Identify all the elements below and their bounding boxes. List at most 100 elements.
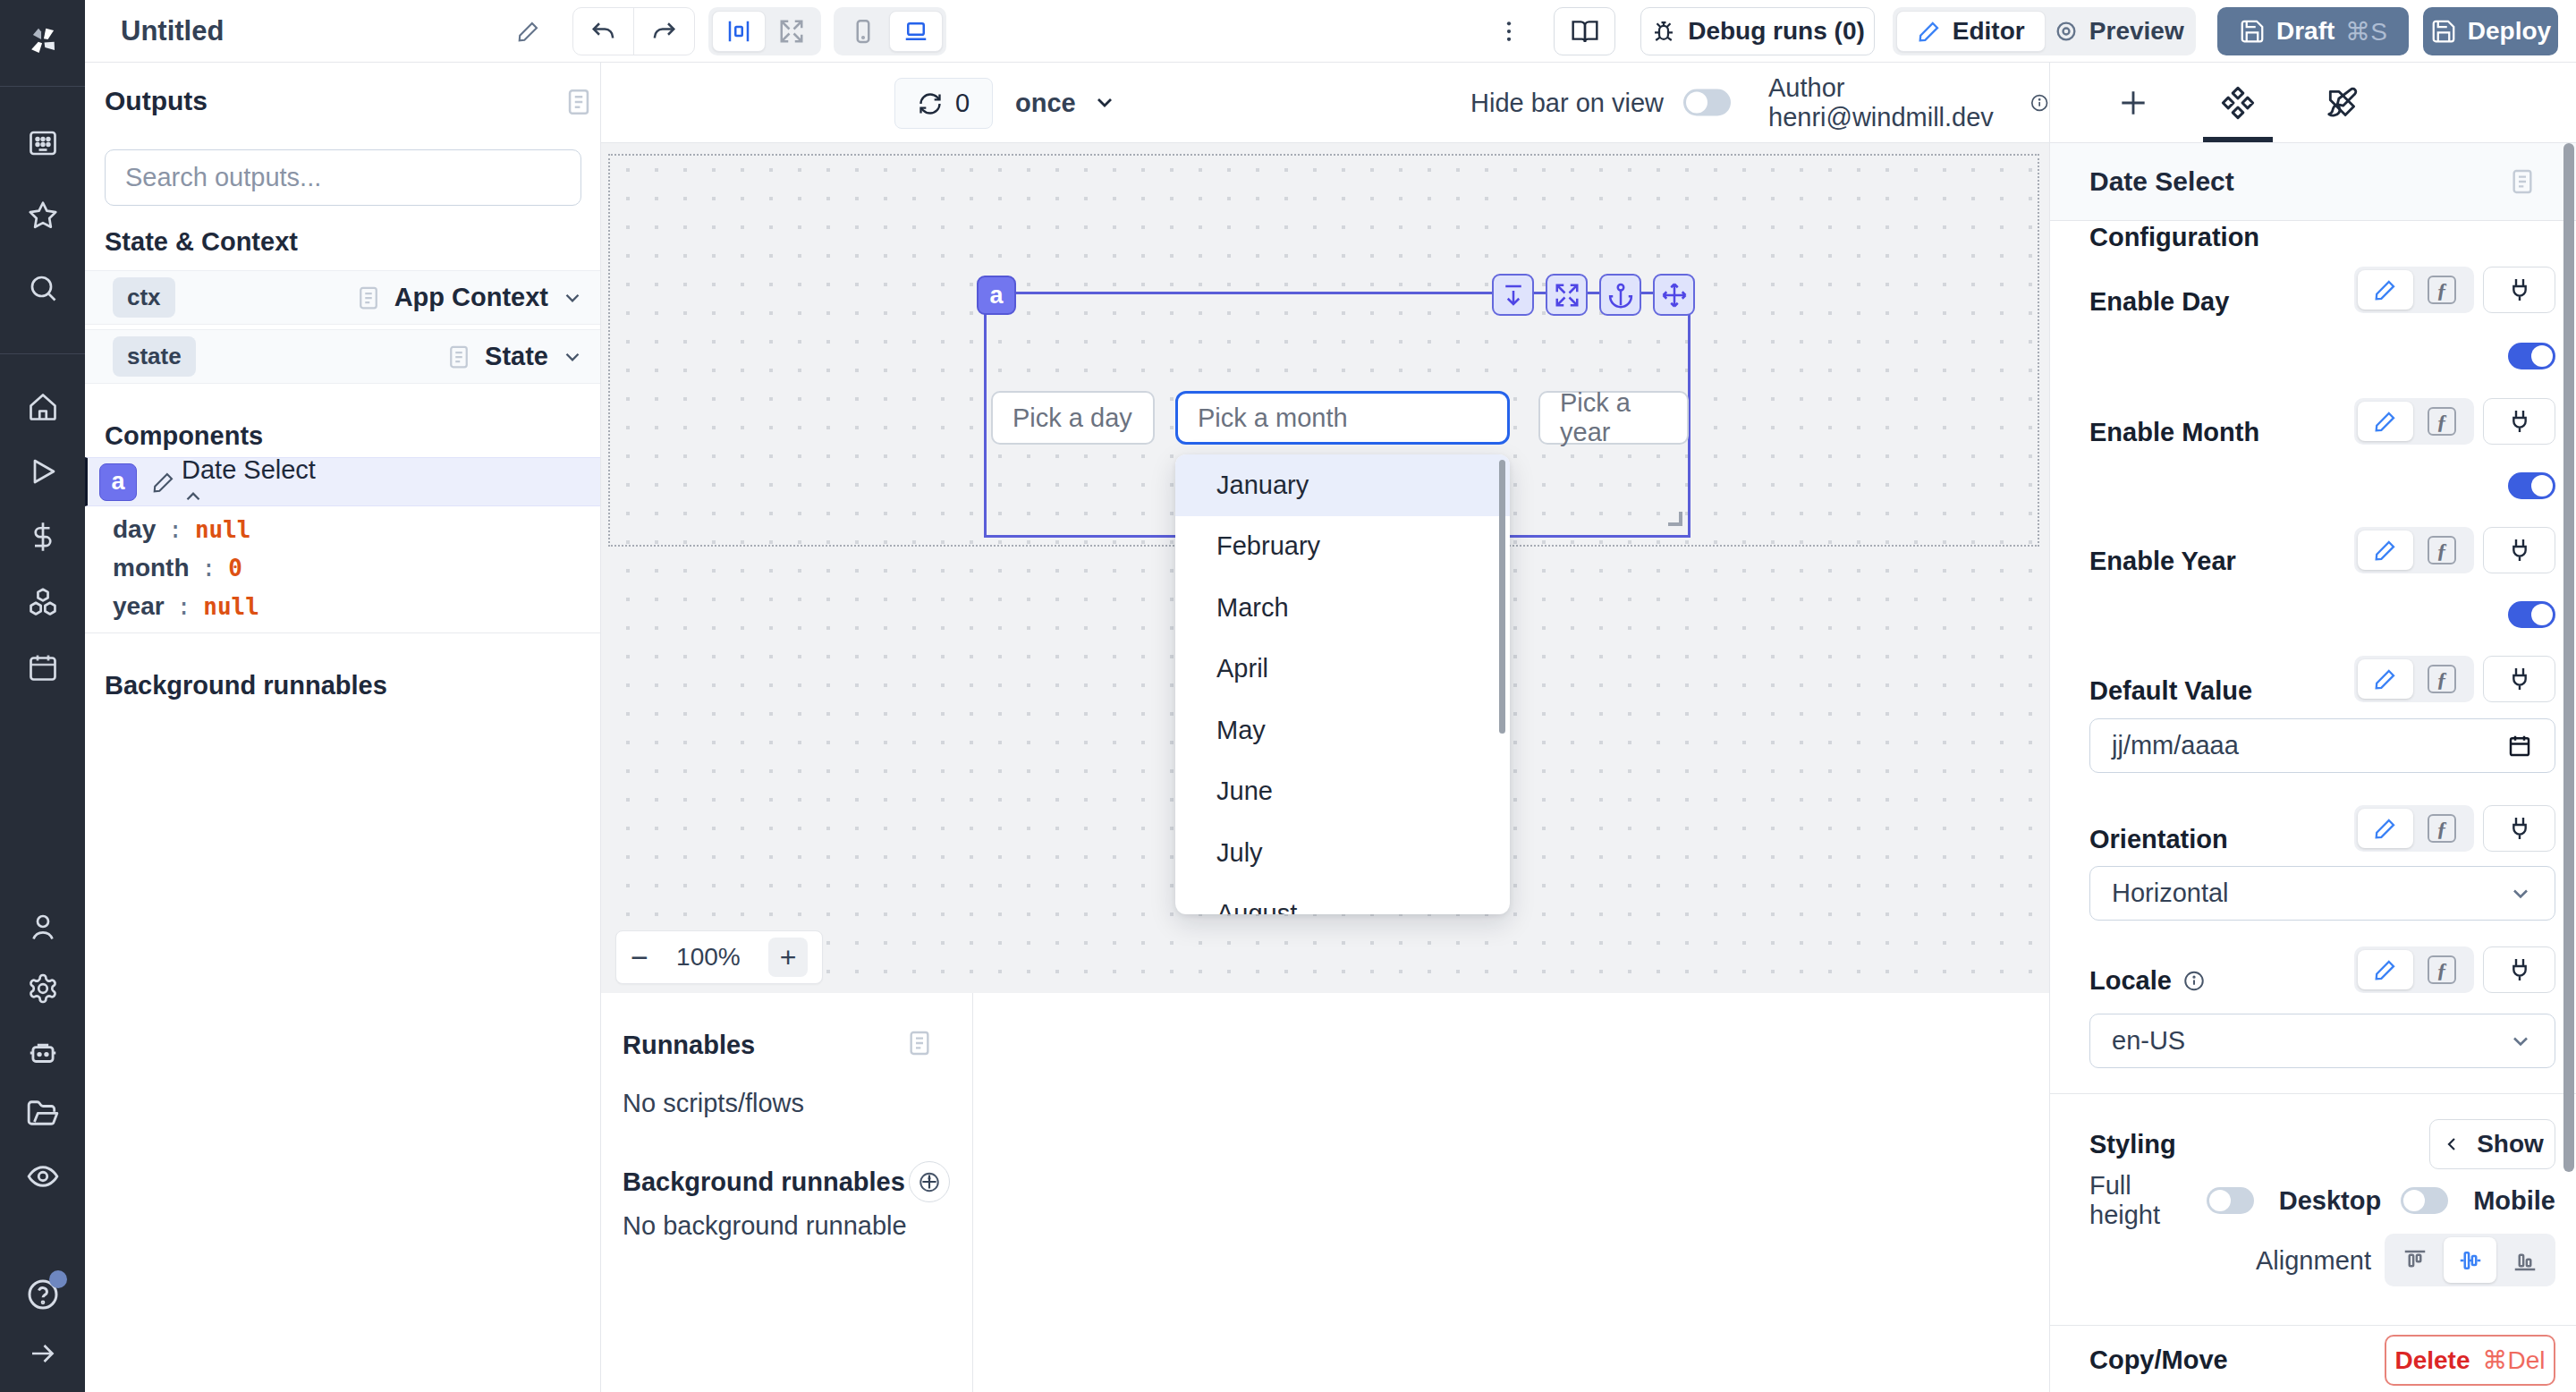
anchor-button[interactable] xyxy=(1599,274,1641,316)
panel-doc-icon[interactable] xyxy=(564,85,594,119)
chevron-down-icon[interactable] xyxy=(561,345,584,369)
output-value-row[interactable]: month:0 xyxy=(113,554,242,582)
locale-select[interactable]: en-US xyxy=(2089,1014,2555,1068)
panel-scrollbar[interactable] xyxy=(2563,143,2574,1172)
dropdown-scrollbar[interactable] xyxy=(1499,460,1505,734)
collapse-arrow-icon[interactable] xyxy=(27,1337,59,1370)
connect-plug-button[interactable] xyxy=(2483,267,2555,313)
help-icon[interactable] xyxy=(25,1277,61,1312)
calendar-icon[interactable] xyxy=(2506,733,2533,760)
align-top-button[interactable] xyxy=(2388,1237,2442,1283)
info-icon[interactable] xyxy=(2182,969,2206,992)
enable-day-toggle[interactable] xyxy=(2508,343,2555,369)
more-menu-icon[interactable] xyxy=(1496,18,1522,45)
expand-down-button[interactable] xyxy=(1492,274,1534,316)
desktop-view-button[interactable] xyxy=(889,11,943,52)
apps-icon[interactable] xyxy=(27,127,59,159)
refresh-mode-dropdown[interactable]: once xyxy=(1015,88,1117,117)
windmill-logo-icon[interactable] xyxy=(22,21,64,62)
edit-title-icon[interactable] xyxy=(516,19,541,44)
mobile-view-button[interactable] xyxy=(837,11,889,52)
move-button[interactable] xyxy=(1653,274,1695,316)
variables-icon[interactable] xyxy=(27,521,59,553)
panel-doc-icon[interactable] xyxy=(905,1027,934,1059)
pencil-mode-button[interactable] xyxy=(2358,402,2413,441)
fullsize-button[interactable] xyxy=(1546,274,1588,316)
pencil-mode-button[interactable] xyxy=(2358,270,2413,310)
resize-handle[interactable] xyxy=(1668,512,1682,526)
folders-icon[interactable] xyxy=(26,1098,60,1132)
year-input[interactable]: Pick a year xyxy=(1538,391,1689,445)
deploy-button[interactable]: Deploy xyxy=(2423,7,2558,55)
delete-component-button[interactable]: Delete ⌘Del xyxy=(2385,1335,2555,1386)
chevron-up-icon[interactable] xyxy=(182,485,316,508)
desktop-toggle[interactable] xyxy=(2401,1187,2448,1214)
undo-button[interactable] xyxy=(573,8,633,55)
enable-year-toggle[interactable] xyxy=(2508,601,2555,628)
default-value-date-input[interactable]: jj/mm/aaaa xyxy=(2089,718,2555,773)
month-option[interactable]: July xyxy=(1175,822,1510,884)
pencil-mode-button[interactable] xyxy=(2358,530,2413,570)
month-option[interactable]: April xyxy=(1175,639,1510,700)
redo-button[interactable] xyxy=(634,8,694,55)
zoom-in-button[interactable]: + xyxy=(768,938,808,977)
month-option[interactable]: June xyxy=(1175,761,1510,823)
enable-month-toggle[interactable] xyxy=(2508,472,2555,499)
output-value-row[interactable]: day:null xyxy=(113,515,251,544)
refresh-counter[interactable]: 0 xyxy=(894,78,993,129)
month-option[interactable]: May xyxy=(1175,700,1510,761)
docs-button[interactable] xyxy=(1554,7,1615,55)
fx-mode-button[interactable]: ƒ xyxy=(2413,407,2470,436)
month-option[interactable]: January xyxy=(1175,454,1510,516)
connect-plug-button[interactable] xyxy=(2483,398,2555,445)
component-row-a[interactable]: a Date Select xyxy=(85,457,600,506)
ctx-row[interactable]: ctx App Context xyxy=(85,270,600,325)
pencil-mode-button[interactable] xyxy=(2358,950,2413,989)
resources-icon[interactable] xyxy=(26,585,60,619)
styling-tab[interactable] xyxy=(2325,86,2359,120)
show-styling-button[interactable]: Show xyxy=(2429,1119,2555,1169)
star-icon[interactable] xyxy=(27,199,59,232)
app-title[interactable]: Untitled xyxy=(121,15,224,47)
center-layout-button[interactable] xyxy=(712,11,766,52)
month-option[interactable]: March xyxy=(1175,577,1510,639)
search-icon[interactable] xyxy=(27,272,59,304)
month-option[interactable]: August xyxy=(1175,884,1510,915)
debug-runs-button[interactable]: Debug runs (0) xyxy=(1640,7,1875,55)
fullscreen-layout-button[interactable] xyxy=(766,11,818,52)
fx-mode-button[interactable]: ƒ xyxy=(2413,814,2470,843)
full-height-toggle[interactable] xyxy=(2207,1187,2254,1214)
connect-plug-button[interactable] xyxy=(2483,946,2555,993)
settings-gear-icon[interactable] xyxy=(27,972,59,1005)
panel-doc-icon[interactable] xyxy=(2508,166,2537,198)
state-row[interactable]: state State xyxy=(85,329,600,384)
fx-mode-button[interactable]: ƒ xyxy=(2413,665,2470,693)
insert-component-tab[interactable] xyxy=(2116,86,2150,120)
connect-plug-button[interactable] xyxy=(2483,527,2555,573)
connect-plug-button[interactable] xyxy=(2483,805,2555,852)
connect-plug-button[interactable] xyxy=(2483,656,2555,702)
orientation-select[interactable]: Horizontal xyxy=(2089,866,2555,921)
search-outputs-input[interactable]: Search outputs... xyxy=(105,149,581,206)
hide-bar-toggle[interactable] xyxy=(1683,89,1731,116)
zoom-out-button[interactable]: − xyxy=(631,940,648,975)
align-center-button[interactable] xyxy=(2444,1237,2497,1283)
fx-mode-button[interactable]: ƒ xyxy=(2413,955,2470,984)
pencil-mode-button[interactable] xyxy=(2358,809,2413,848)
component-tag[interactable]: a xyxy=(977,276,1016,315)
info-icon[interactable] xyxy=(2029,90,2049,115)
home-icon[interactable] xyxy=(27,391,59,423)
schedules-icon[interactable] xyxy=(27,651,59,683)
workers-icon[interactable] xyxy=(26,1036,60,1070)
rename-component-icon[interactable] xyxy=(146,464,182,500)
app-canvas[interactable]: a Pick a day Pick a month Pick a year Ja… xyxy=(601,143,2049,993)
month-option[interactable]: February xyxy=(1175,516,1510,578)
chevron-down-icon[interactable] xyxy=(561,286,584,310)
pencil-mode-button[interactable] xyxy=(2358,659,2413,699)
draft-button[interactable]: Draft ⌘S xyxy=(2217,7,2409,55)
month-input[interactable]: Pick a month xyxy=(1175,391,1510,445)
output-value-row[interactable]: year:null xyxy=(113,592,259,621)
day-input[interactable]: Pick a day xyxy=(991,391,1155,445)
align-bottom-button[interactable] xyxy=(2498,1237,2552,1283)
user-icon[interactable] xyxy=(27,911,59,943)
